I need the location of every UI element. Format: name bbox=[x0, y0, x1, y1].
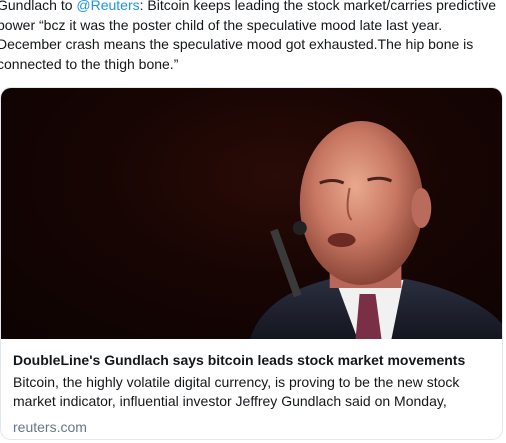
tweet-text: Gundlach to @Reuters: Bitcoin keeps lead… bbox=[0, 0, 497, 74]
speaker-photo-icon bbox=[250, 121, 502, 339]
card-title[interactable]: DoubleLine's Gundlach says bitcoin leads… bbox=[13, 351, 490, 370]
card-body: DoubleLine's Gundlach says bitcoin leads… bbox=[1, 339, 502, 436]
tweet-text-start: Gundlach to bbox=[0, 0, 77, 13]
reuters-mention-link[interactable]: @Reuters bbox=[76, 0, 139, 13]
link-preview-card[interactable]: DoubleLine's Gundlach says bitcoin leads… bbox=[0, 87, 503, 440]
card-domain: reuters.com bbox=[13, 419, 87, 435]
card-description: Bitcoin, the highly volatile digital cur… bbox=[13, 374, 460, 409]
card-image[interactable] bbox=[1, 88, 502, 339]
